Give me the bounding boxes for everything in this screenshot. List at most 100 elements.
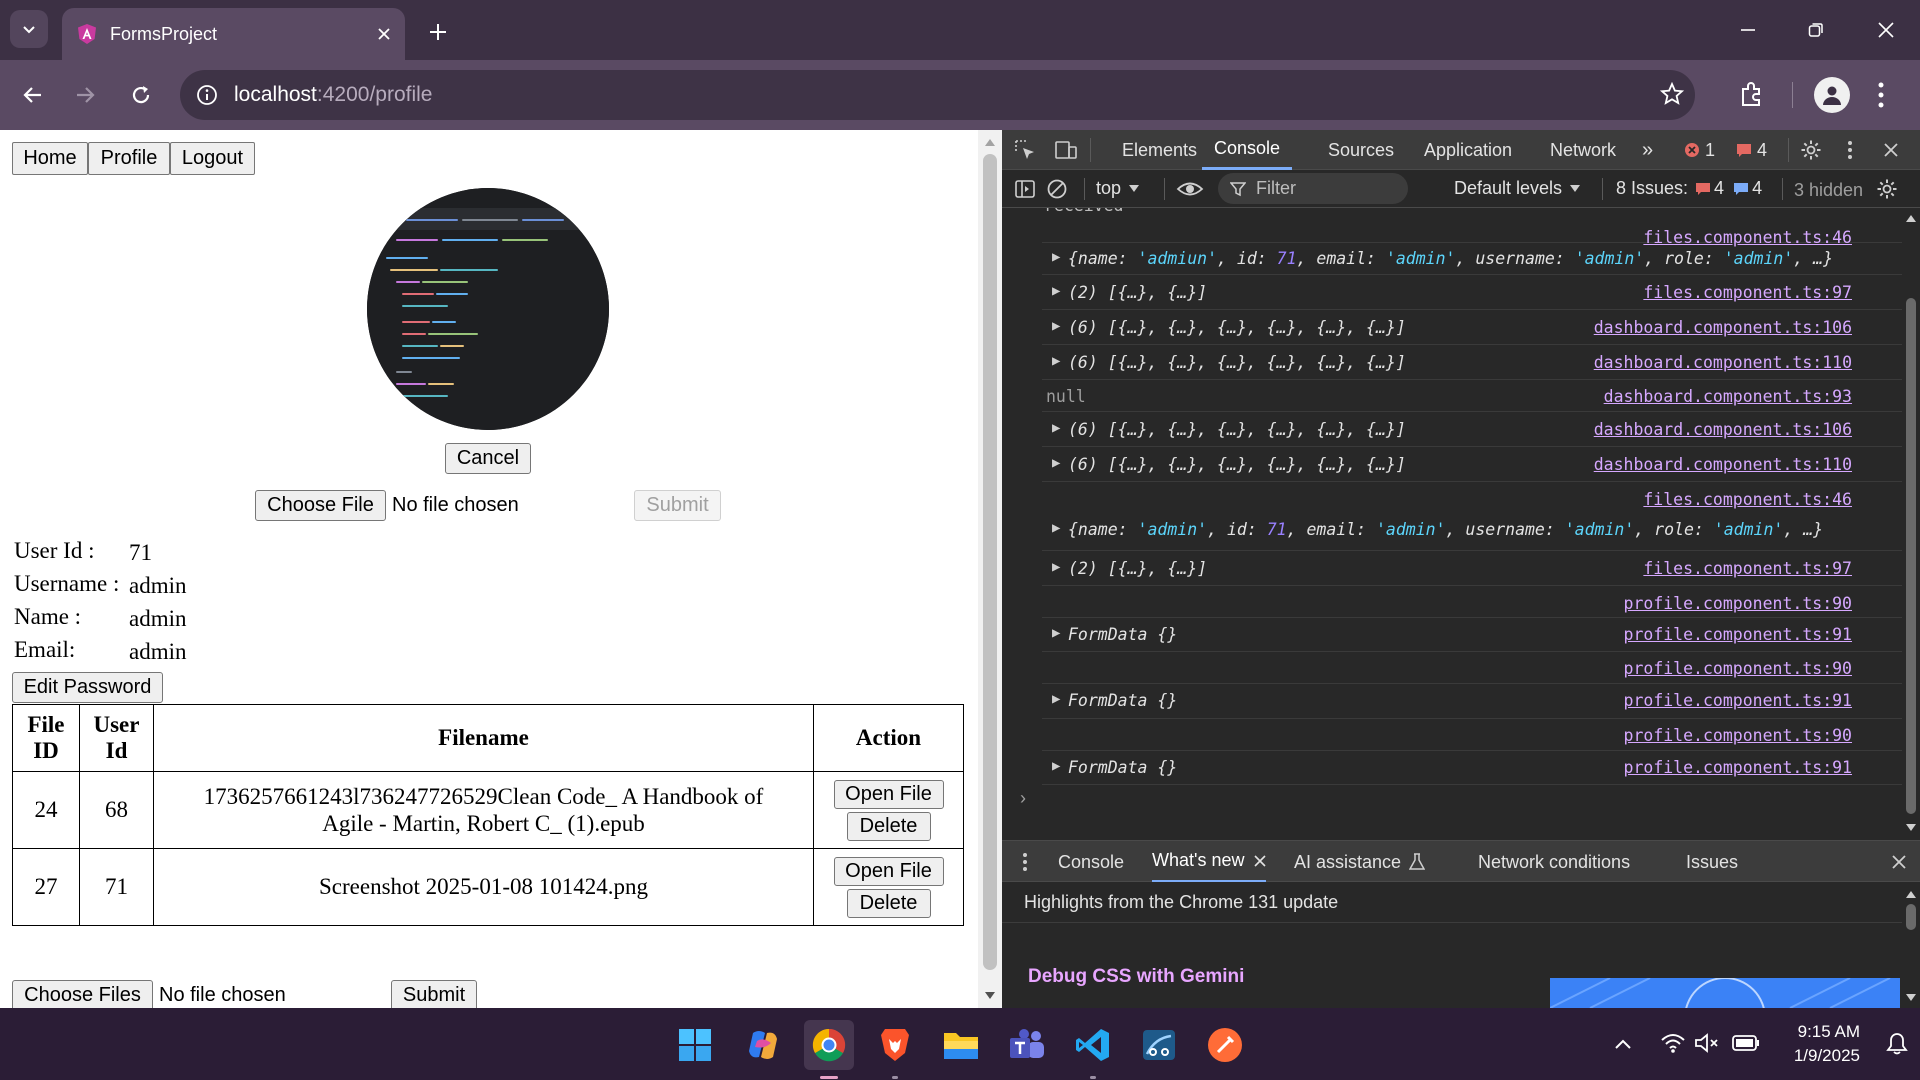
expand-arrow-icon[interactable]: ▶ (1052, 625, 1060, 641)
delete-file-button[interactable]: Delete (846, 811, 931, 841)
source-link[interactable]: files.component.ts:97 (1643, 283, 1852, 302)
source-link[interactable]: files.component.ts:46 (1643, 490, 1852, 509)
scroll-down-icon[interactable] (985, 992, 995, 1000)
console-row[interactable]: ▶ (6) [{…}, {…}, {…}, {…}, {…}, {…}] das… (1042, 310, 1902, 345)
console-row[interactable]: files.component.ts:46 ▶ {name: 'admin', … (1042, 482, 1902, 551)
drawer-tab-whats-new[interactable]: What's new (1152, 841, 1267, 883)
start-button[interactable] (670, 1020, 720, 1070)
scrollbar-thumb[interactable] (1906, 298, 1916, 814)
submit-files-button[interactable]: Submit (391, 980, 477, 1008)
device-toolbar-icon[interactable] (1054, 139, 1078, 161)
logout-button[interactable]: Logout (170, 142, 255, 175)
tab-search-button[interactable] (10, 10, 48, 48)
open-file-button[interactable]: Open File (833, 779, 944, 809)
close-window-button[interactable] (1852, 0, 1920, 60)
new-tab-button[interactable] (420, 14, 456, 50)
console-row[interactable]: ▶ FormData {} profile.component.ts:91 (1042, 751, 1902, 785)
close-tab-icon[interactable] (377, 27, 391, 41)
postman-button[interactable] (1200, 1020, 1250, 1070)
cancel-button[interactable]: Cancel (445, 443, 531, 474)
sidebar-toggle-icon[interactable] (1014, 178, 1036, 200)
console-row[interactable]: ▶ (6) [{…}, {…}, {…}, {…}, {…}, {…}] das… (1042, 447, 1902, 482)
tab-elements[interactable]: Elements (1122, 130, 1197, 170)
source-link[interactable]: dashboard.component.ts:106 (1594, 420, 1852, 439)
source-link[interactable]: profile.component.ts:90 (1624, 659, 1852, 678)
expand-arrow-icon[interactable]: ▶ (1052, 318, 1060, 334)
expand-arrow-icon[interactable]: ▶ (1052, 455, 1060, 471)
tab-sources[interactable]: Sources (1328, 130, 1394, 170)
devtools-menu-icon[interactable] (1846, 139, 1854, 161)
source-link[interactable]: dashboard.component.ts:93 (1604, 387, 1852, 406)
reload-button[interactable] (120, 74, 162, 116)
console-scrollbar[interactable] (1902, 208, 1920, 840)
close-devtools-icon[interactable] (1884, 143, 1898, 157)
wifi-icon[interactable] (1660, 1032, 1686, 1054)
scroll-up-icon[interactable] (1906, 890, 1916, 898)
source-link[interactable]: profile.component.ts:91 (1624, 758, 1852, 777)
choose-file-button[interactable]: Choose File (255, 490, 386, 521)
console-row[interactable]: ▶ FormData {} profile.component.ts:91 (1042, 684, 1902, 719)
context-selector[interactable]: top (1096, 178, 1140, 199)
log-levels-dropdown[interactable]: Default levels (1454, 178, 1581, 199)
expand-arrow-icon[interactable]: ▶ (1052, 249, 1060, 265)
drawer-menu-icon[interactable] (1022, 851, 1028, 873)
scroll-down-icon[interactable] (1906, 994, 1916, 1002)
expand-arrow-icon[interactable]: ▶ (1052, 758, 1060, 774)
scroll-up-icon[interactable] (1906, 214, 1916, 222)
speaker-muted-icon[interactable] (1694, 1032, 1720, 1054)
chevron-up-icon[interactable] (1614, 1038, 1632, 1050)
restore-button[interactable] (1782, 0, 1850, 60)
whats-new-thumbnail[interactable] (1550, 978, 1900, 1008)
url-text[interactable]: localhost:4200/profile (234, 83, 432, 107)
battery-icon[interactable] (1732, 1034, 1760, 1052)
source-link[interactable]: profile.component.ts:91 (1624, 625, 1852, 644)
browser-tab[interactable]: FormsProject (62, 8, 405, 60)
choose-files-button[interactable]: Choose Files (12, 980, 153, 1008)
extensions-icon[interactable] (1738, 80, 1766, 108)
settings-gear-icon[interactable] (1800, 139, 1822, 161)
expand-arrow-icon[interactable]: ▶ (1052, 520, 1060, 536)
source-link[interactable]: profile.component.ts:90 (1624, 726, 1852, 745)
scroll-up-icon[interactable] (985, 138, 995, 146)
drawer-tab-ai-assistance[interactable]: AI assistance (1294, 841, 1426, 883)
address-bar[interactable]: localhost:4200/profile (180, 70, 1695, 120)
source-link[interactable]: files.component.ts:97 (1643, 559, 1852, 578)
chrome-taskbar-button[interactable] (804, 1020, 854, 1079)
clock[interactable]: 9:15 AM 1/9/2025 (1768, 1020, 1860, 1068)
profile-nav-button[interactable]: Profile (88, 142, 170, 175)
console-row[interactable]: ▶ (2) [{…}, {…}] files.component.ts:97 (1042, 551, 1902, 586)
issues-button[interactable]: 8 Issues: 4 4 (1616, 178, 1762, 199)
console-row[interactable]: ▶ (6) [{…}, {…}, {…}, {…}, {…}, {…}] das… (1042, 412, 1902, 447)
close-drawer-icon[interactable] (1892, 855, 1906, 869)
drawer-tab-console[interactable]: Console (1058, 841, 1124, 883)
edit-password-button[interactable]: Edit Password (12, 672, 163, 703)
console-settings-icon[interactable] (1876, 178, 1898, 200)
more-tabs-icon[interactable]: » (1642, 130, 1653, 170)
bookmark-star-icon[interactable] (1660, 82, 1684, 106)
source-link[interactable]: profile.component.ts:90 (1624, 594, 1852, 613)
file-explorer-button[interactable] (936, 1020, 986, 1070)
source-link[interactable]: dashboard.component.ts:106 (1594, 318, 1852, 337)
delete-file-button[interactable]: Delete (846, 888, 931, 918)
console-filter-input[interactable]: Filter (1218, 173, 1408, 204)
console-prompt-icon[interactable]: › (1020, 788, 1026, 809)
tab-console[interactable]: Console (1202, 130, 1293, 170)
page-scrollbar[interactable] (978, 130, 1002, 1008)
error-counter[interactable]: 1 (1684, 130, 1715, 170)
expand-arrow-icon[interactable]: ▶ (1052, 353, 1060, 369)
expand-arrow-icon[interactable]: ▶ (1052, 559, 1060, 575)
eye-icon[interactable] (1176, 178, 1204, 200)
minimize-button[interactable] (1714, 0, 1782, 60)
home-button[interactable]: Home (12, 142, 88, 175)
snipping-tool-button[interactable] (1134, 1020, 1184, 1070)
console-row[interactable]: ▶ (2) [{…}, {…}] files.component.ts:97 (1042, 275, 1902, 310)
site-info-icon[interactable] (196, 84, 218, 106)
close-tab-icon[interactable] (1254, 854, 1267, 867)
profile-avatar[interactable] (1814, 77, 1850, 113)
open-file-button[interactable]: Open File (833, 856, 944, 886)
expand-arrow-icon[interactable]: ▶ (1052, 420, 1060, 436)
expand-arrow-icon[interactable]: ▶ (1052, 691, 1060, 707)
console-row[interactable]: ▶ FormData {} profile.component.ts:91 (1042, 618, 1902, 652)
warning-counter[interactable]: 4 (1736, 130, 1767, 170)
expand-arrow-icon[interactable]: ▶ (1052, 283, 1060, 299)
